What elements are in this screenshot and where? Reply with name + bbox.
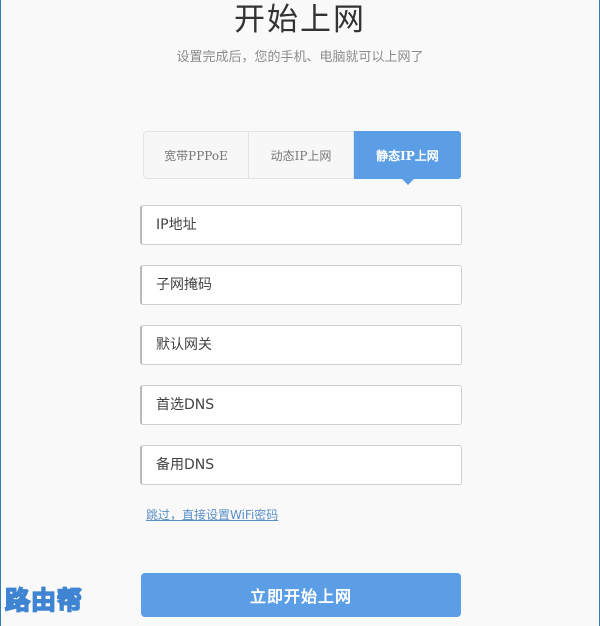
skip-to-wifi-link[interactable]: 跳过，直接设置WiFi密码 (146, 506, 278, 524)
page-subtitle: 设置完成后，您的手机、电脑就可以上网了 (176, 50, 424, 65)
subnet-mask-input[interactable] (140, 265, 462, 305)
connection-type-tabs: 宽带PPPoE 动态IP上网 静态IP上网 (143, 131, 461, 185)
start-internet-button[interactable]: 立即开始上网 (141, 573, 461, 617)
ip-address-input[interactable] (140, 205, 462, 245)
default-gateway-input[interactable] (140, 325, 462, 365)
watermark-logo: 路由帮 (4, 585, 84, 616)
tab-static-ip-label: 静态IP上网 (376, 148, 439, 163)
active-tab-caret-icon (401, 179, 414, 185)
setup-page: 开始上网 设置完成后，您的手机、电脑就可以上网了 宽带PPPoE 动态IP上网 … (1, 0, 599, 626)
tab-static-ip[interactable]: 静态IP上网 (354, 131, 461, 185)
secondary-dns-input[interactable] (140, 445, 462, 485)
tab-dynamic-ip[interactable]: 动态IP上网 (249, 132, 354, 178)
primary-dns-input[interactable] (140, 385, 462, 425)
tab-pppoe[interactable]: 宽带PPPoE (144, 132, 249, 178)
page-title: 开始上网 (234, 2, 366, 38)
